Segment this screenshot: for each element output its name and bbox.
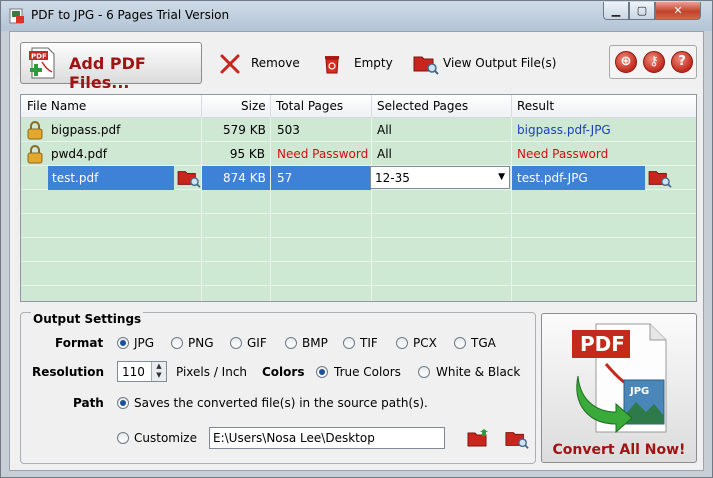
- column-header-size[interactable]: Size: [241, 99, 266, 113]
- resolution-label: Resolution: [32, 365, 105, 379]
- column-header-file-name[interactable]: File Name: [27, 99, 86, 113]
- svg-text:PDF: PDF: [31, 53, 47, 61]
- title-bar[interactable]: PDF to JPG - 6 Pages Trial Version ▁ ▢ ✕: [1, 1, 712, 31]
- table-row-selected[interactable]: test.pdf 874 KB 57 12-35 ▼ test.pdf-JPG: [21, 166, 696, 190]
- format-radio-pcx[interactable]: [396, 337, 408, 349]
- path-option-source[interactable]: Saves the converted file(s) in the sourc…: [134, 396, 428, 410]
- selected-pages-value: 12-35: [375, 171, 410, 185]
- folder-open-icon[interactable]: [466, 428, 490, 450]
- format-option-png[interactable]: PNG: [188, 336, 214, 350]
- selected-pages-dropdown[interactable]: 12-35 ▼: [370, 166, 510, 189]
- maximize-button[interactable]: ▢: [629, 2, 655, 20]
- help-icon[interactable]: ?: [671, 51, 693, 73]
- resolution-value[interactable]: 110: [122, 365, 145, 379]
- empty-button[interactable]: Empty: [354, 56, 393, 70]
- path-label: Path: [73, 396, 104, 410]
- table-row[interactable]: pwd4.pdf 95 KB Need Password All Need Pa…: [21, 142, 696, 166]
- help-buttons-group: ⊕ ⚷ ?: [609, 45, 697, 79]
- pdf-badge: PDF: [580, 332, 625, 356]
- add-pdf-icon: PDF: [29, 47, 55, 79]
- column-header-selected-pages[interactable]: Selected Pages: [377, 99, 468, 113]
- remove-icon: [220, 54, 240, 74]
- output-settings-group: Output Settings Format JPG PNG GIF BMP T…: [20, 312, 536, 464]
- custom-path-input[interactable]: [213, 429, 441, 447]
- add-pdf-files-label: Add PDF Files...: [69, 54, 146, 92]
- folder-search-icon: [413, 56, 439, 75]
- cell-result: Need Password: [517, 147, 609, 161]
- custom-path-field[interactable]: [209, 427, 445, 449]
- cell-file-name: pwd4.pdf: [51, 147, 107, 161]
- jpg-badge: JPG: [629, 386, 649, 397]
- resolution-spinner[interactable]: 110 ▲ ▼: [117, 361, 167, 382]
- path-radio-customize[interactable]: [117, 432, 129, 444]
- column-header-total-pages[interactable]: Total Pages: [276, 99, 343, 113]
- table-header: File Name Size Total Pages Selected Page…: [21, 95, 696, 118]
- color-radio-white-black[interactable]: [418, 366, 430, 378]
- format-radio-bmp[interactable]: [285, 337, 297, 349]
- cell-size: 95 KB: [229, 147, 265, 161]
- format-radio-tif[interactable]: [343, 337, 355, 349]
- cell-size: 874 KB: [223, 171, 266, 185]
- app-icon: [9, 8, 24, 24]
- cell-total-pages: 57: [277, 171, 293, 185]
- column-header-result[interactable]: Result: [517, 99, 554, 113]
- path-option-customize[interactable]: Customize: [134, 431, 197, 445]
- cell-result[interactable]: test.pdf-JPG: [517, 171, 588, 185]
- color-option-white-black[interactable]: White & Black: [436, 365, 520, 379]
- color-option-true-colors[interactable]: True Colors: [334, 365, 401, 379]
- spinner-arrows-icon[interactable]: ▲ ▼: [151, 362, 166, 381]
- format-radio-tga[interactable]: [454, 337, 466, 349]
- view-output-files-button[interactable]: View Output File(s): [443, 56, 556, 70]
- convert-all-now-button[interactable]: PDF JPG Convert All Now!: [541, 313, 697, 463]
- app-window: PDF to JPG - 6 Pages Trial Version ▁ ▢ ✕…: [0, 0, 713, 478]
- pdf-to-jpg-convert-icon: PDF JPG: [572, 323, 667, 434]
- toolbar: PDF Add PDF Files... Remove Empty View O…: [10, 32, 703, 92]
- add-pdf-files-button[interactable]: PDF Add PDF Files...: [20, 42, 202, 92]
- key-icon[interactable]: ⚷: [643, 51, 665, 73]
- remove-button[interactable]: Remove: [251, 56, 300, 70]
- format-option-tga[interactable]: TGA: [471, 336, 496, 350]
- globe-icon[interactable]: ⊕: [615, 51, 637, 73]
- window-title: PDF to JPG - 6 Pages Trial Version: [31, 8, 230, 22]
- format-option-jpg[interactable]: JPG: [134, 336, 154, 350]
- color-radio-true-colors[interactable]: [316, 366, 328, 378]
- format-option-gif[interactable]: GIF: [247, 336, 267, 350]
- output-settings-legend: Output Settings: [31, 312, 144, 326]
- recycle-bin-icon: [325, 56, 339, 74]
- format-radio-gif[interactable]: [230, 337, 242, 349]
- path-radio-source[interactable]: [117, 397, 129, 409]
- folder-search-icon[interactable]: [505, 428, 529, 450]
- close-button[interactable]: ✕: [655, 2, 701, 20]
- colors-label: Colors: [262, 365, 305, 379]
- cell-file-name: test.pdf: [52, 171, 99, 185]
- chevron-down-icon[interactable]: ▼: [498, 172, 505, 182]
- table-row[interactable]: bigpass.pdf 579 KB 503 All bigpass.pdf-J…: [21, 118, 696, 142]
- resolution-unit: Pixels / Inch: [176, 365, 248, 379]
- format-option-pcx[interactable]: PCX: [413, 336, 437, 350]
- cell-size: 579 KB: [223, 123, 266, 137]
- convert-all-now-label: Convert All Now!: [552, 442, 686, 458]
- lock-icon: [27, 145, 43, 164]
- format-label: Format: [55, 336, 104, 350]
- folder-search-icon[interactable]: [648, 168, 672, 188]
- format-option-tif[interactable]: TIF: [360, 336, 378, 350]
- cell-selected-pages[interactable]: All: [377, 123, 392, 137]
- cell-result[interactable]: bigpass.pdf-JPG: [517, 123, 611, 137]
- format-radio-jpg[interactable]: [117, 337, 129, 349]
- cell-selected-pages[interactable]: All: [377, 147, 392, 161]
- format-radio-png[interactable]: [171, 337, 183, 349]
- folder-search-icon[interactable]: [177, 168, 201, 188]
- main-panel: PDF Add PDF Files... Remove Empty View O…: [9, 31, 704, 471]
- file-list-table[interactable]: File Name Size Total Pages Selected Page…: [20, 94, 697, 302]
- format-option-bmp[interactable]: BMP: [302, 336, 328, 350]
- minimize-button[interactable]: ▁: [603, 2, 629, 20]
- cell-file-name: bigpass.pdf: [51, 123, 121, 137]
- lock-icon: [27, 121, 43, 140]
- cell-total-pages: Need Password: [277, 147, 369, 161]
- cell-total-pages: 503: [277, 123, 300, 137]
